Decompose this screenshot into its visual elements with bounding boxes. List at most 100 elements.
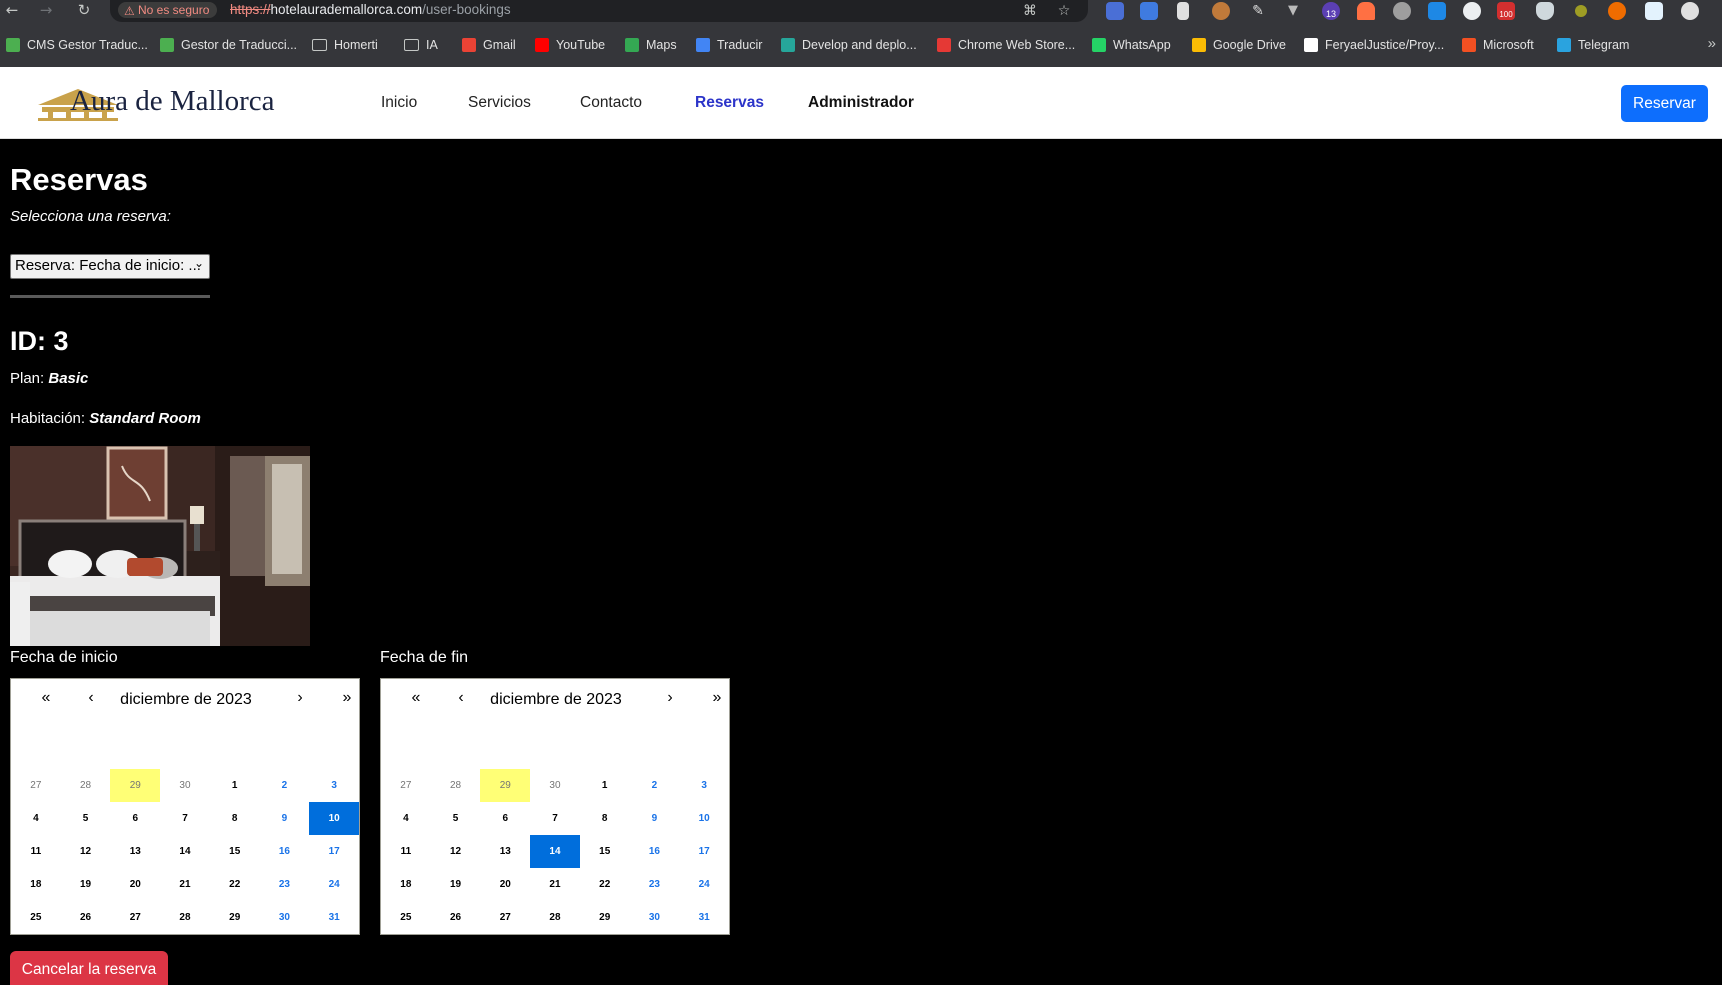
prev-year-button[interactable]: « (26, 689, 66, 707)
calendar-day[interactable]: 17 (679, 835, 729, 868)
extension-eyedropper-icon[interactable]: ✎ (1249, 2, 1267, 20)
calendar-day[interactable]: 21 (530, 868, 580, 901)
calendar-day[interactable]: 15 (210, 835, 260, 868)
extension-sun-icon[interactable] (1575, 5, 1587, 17)
more-bookmarks-icon[interactable]: » (1708, 35, 1716, 52)
calendar-day[interactable]: 30 (260, 901, 310, 934)
bookmark-item[interactable]: Chrome Web Store... (937, 35, 1075, 55)
calendar-day[interactable]: 13 (480, 835, 530, 868)
back-arrow-icon[interactable]: ← (0, 0, 24, 22)
calendar-day[interactable]: 29 (480, 769, 531, 802)
calendar-day[interactable]: 21 (160, 868, 210, 901)
calendar-day[interactable]: 9 (260, 802, 310, 835)
calendar-day[interactable]: 4 (11, 802, 61, 835)
calendar-day[interactable]: 11 (11, 835, 61, 868)
calendar-day[interactable]: 10 (309, 802, 359, 835)
calendar-day[interactable]: 22 (580, 868, 630, 901)
calendar-day[interactable]: 2 (630, 769, 680, 802)
calendar-day[interactable]: 5 (61, 802, 111, 835)
bookmark-item[interactable]: YouTube (535, 35, 605, 55)
calendar-day[interactable]: 8 (210, 802, 260, 835)
calendar-day[interactable]: 29 (210, 901, 260, 934)
extension-translate-icon[interactable] (1140, 2, 1158, 20)
calendar-day[interactable]: 17 (309, 835, 359, 868)
bookmark-item[interactable]: Gmail (462, 35, 516, 55)
calendar-day[interactable]: 24 (679, 868, 729, 901)
next-month-button[interactable]: › (650, 689, 690, 707)
calendar-day[interactable]: 27 (480, 901, 530, 934)
prev-year-button[interactable]: « (396, 689, 436, 707)
calendar-month-label[interactable]: diciembre de 2023 (471, 691, 641, 709)
bookmark-item[interactable]: Telegram (1557, 35, 1629, 55)
nav-contacto[interactable]: Contacto (580, 94, 642, 112)
extension-doc-icon[interactable] (1177, 2, 1189, 20)
next-month-button[interactable]: › (280, 689, 320, 707)
calendar-day[interactable]: 30 (160, 769, 210, 802)
booking-select[interactable]: Reserva: Fecha de inicio: ... ⌄ (10, 254, 210, 279)
bookmark-item[interactable]: WhatsApp (1092, 35, 1171, 55)
extension-badge-icon[interactable]: 13 (1322, 2, 1340, 20)
calendar-day[interactable]: 16 (630, 835, 680, 868)
nav-reservas[interactable]: Reservas (695, 94, 764, 112)
translate-icon[interactable]: ⌘ (1020, 1, 1040, 21)
next-year-button[interactable]: » (327, 689, 367, 707)
calendar-day[interactable]: 1 (580, 769, 630, 802)
calendar-day[interactable]: 27 (11, 769, 61, 802)
calendar-day[interactable]: 28 (61, 769, 111, 802)
calendar-day[interactable]: 18 (381, 868, 431, 901)
calendar-day[interactable]: 12 (61, 835, 111, 868)
nav-servicios[interactable]: Servicios (468, 94, 531, 112)
calendar-day[interactable]: 8 (580, 802, 630, 835)
calendar-day[interactable]: 26 (61, 901, 111, 934)
bookmark-item[interactable]: Google Drive (1192, 35, 1286, 55)
star-icon[interactable]: ☆ (1054, 1, 1074, 21)
calendar-day[interactable]: 13 (110, 835, 160, 868)
calendar-day[interactable]: 27 (381, 769, 431, 802)
calendar-day[interactable]: 6 (480, 802, 530, 835)
calendar-day[interactable]: 11 (381, 835, 431, 868)
calendar-day[interactable]: 22 (210, 868, 260, 901)
calendar-day[interactable]: 25 (11, 901, 61, 934)
bookmark-item[interactable]: IA (404, 35, 438, 55)
extension-settings-icon[interactable] (1393, 2, 1411, 20)
address-bar[interactable]: ⚠ No es seguro https://hotelaurademallor… (110, 0, 1088, 22)
nav-administrador[interactable]: Administrador (808, 94, 914, 112)
site-logo-text[interactable]: Aura de Mallorca (70, 85, 275, 118)
calendar-day[interactable]: 20 (480, 868, 530, 901)
extension-screen-icon[interactable] (1645, 2, 1663, 20)
calendar-day[interactable]: 16 (260, 835, 310, 868)
calendar-day[interactable]: 30 (630, 901, 680, 934)
calendar-day[interactable]: 18 (11, 868, 61, 901)
calendar-day[interactable]: 2 (260, 769, 310, 802)
bookmark-item[interactable]: CMS Gestor Traduc... (6, 35, 148, 55)
extension-cookie-icon[interactable] (1212, 2, 1230, 20)
calendar-day[interactable]: 12 (431, 835, 481, 868)
next-year-button[interactable]: » (697, 689, 737, 707)
cancel-booking-button[interactable]: Cancelar la reserva (10, 951, 168, 985)
calendar-day[interactable]: 7 (530, 802, 580, 835)
calendar-day[interactable]: 19 (431, 868, 481, 901)
calendar-day[interactable]: 29 (580, 901, 630, 934)
calendar-day[interactable]: 24 (309, 868, 359, 901)
extension-owl-icon[interactable] (1463, 2, 1481, 20)
calendar-day[interactable]: 10 (679, 802, 729, 835)
bookmark-item[interactable]: Develop and deplo... (781, 35, 917, 55)
bookmark-item[interactable]: Traducir (696, 35, 762, 55)
extension-vue-icon[interactable]: ▼ (1284, 2, 1302, 20)
calendar-day[interactable]: 5 (431, 802, 481, 835)
extension-counter-icon[interactable]: 100 (1497, 2, 1515, 20)
url-text[interactable]: https://hotelaurademallorca.com/user-boo… (230, 2, 511, 18)
calendar-day[interactable]: 6 (110, 802, 160, 835)
bookmark-item[interactable]: Maps (625, 35, 677, 55)
security-chip[interactable]: ⚠ No es seguro (118, 2, 218, 18)
calendar-day[interactable]: 1 (210, 769, 260, 802)
calendar-month-label[interactable]: diciembre de 2023 (101, 691, 271, 709)
nav-inicio[interactable]: Inicio (381, 94, 417, 112)
calendar-day[interactable]: 27 (110, 901, 160, 934)
calendar-day[interactable]: 31 (679, 901, 729, 934)
extension-orange-icon[interactable] (1608, 2, 1626, 20)
reload-icon[interactable]: ↻ (72, 0, 96, 22)
calendar-day[interactable]: 29 (110, 769, 161, 802)
bookmark-item[interactable]: Gestor de Traducci... (160, 35, 297, 55)
extension-character-icon[interactable] (1357, 2, 1375, 20)
